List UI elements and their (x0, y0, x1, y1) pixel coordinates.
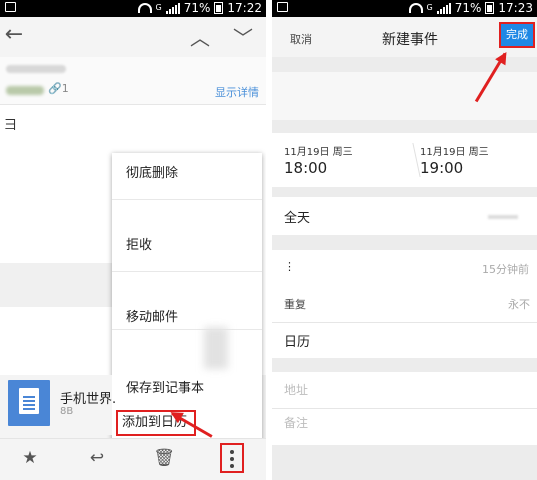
clock: 17:23 (498, 1, 533, 15)
overflow-menu: 彻底删除 拒收 移动邮件 保存到记事本 添加到日历 (112, 153, 262, 443)
calendar-row[interactable] (272, 322, 537, 358)
reminder-label: ⋮ (284, 260, 295, 273)
attachment-count: 🔗1 (48, 82, 69, 95)
subject-blurred (6, 65, 66, 73)
start-datetime[interactable]: 11月19日 周三 18:00 (284, 143, 353, 177)
end-datetime[interactable]: 11月19日 周三 19:00 (420, 143, 489, 177)
location-field[interactable] (272, 372, 537, 408)
body-text: 彐 (4, 118, 18, 133)
left-screen: G 71% 17:22 ← ︿ ﹀ 🔗1 显示详情 彐 彻底删除 拒收 移动邮件… (0, 0, 266, 480)
chevron-up-icon[interactable]: ︿ (190, 22, 210, 51)
battery-percent: 71% (183, 1, 211, 15)
status-bar: G 71% 17:22 (0, 0, 266, 17)
gallery-icon (5, 2, 16, 12)
signal-icon (165, 2, 180, 14)
calendar-label: 日历 (284, 335, 311, 350)
battery-percent: 71% (454, 1, 482, 15)
trash-icon[interactable]: 🗑 (153, 448, 175, 468)
wifi-icon (408, 3, 423, 13)
start-date: 11月19日 周三 (284, 147, 353, 158)
menu-item-reject[interactable]: 拒收 (112, 229, 262, 263)
network-type: G (155, 3, 162, 12)
repeat-label: 重复 (284, 298, 306, 311)
end-date: 11月19日 周三 (420, 147, 489, 158)
start-time: 18:00 (284, 159, 328, 177)
menu-item-save-to-notes[interactable]: 保存到记事本 (112, 372, 262, 406)
chevron-down-icon[interactable]: ﹀ (233, 22, 253, 51)
reply-icon[interactable]: ↩ (86, 448, 108, 468)
signal-icon (436, 2, 451, 14)
paperclip-icon: 🔗 (48, 82, 62, 95)
notes-field[interactable] (272, 409, 537, 445)
show-details-link[interactable]: 显示详情 (215, 84, 259, 100)
more-options-icon[interactable] (230, 450, 234, 468)
menu-divider (112, 329, 262, 330)
done-button[interactable]: 完成 (499, 22, 535, 48)
right-screen: G 71% 17:23 取消 新建事件 完成 11月19日 周三 18:00 1… (272, 0, 537, 480)
attachment-size: 8B (60, 406, 74, 417)
menu-divider (112, 271, 262, 272)
attachment-count-value: 1 (61, 82, 69, 95)
network-type: G (426, 3, 433, 12)
menu-divider (112, 199, 262, 200)
page-title: 新建事件 (382, 32, 438, 48)
menu-item-add-to-calendar[interactable]: 添加到日历 (116, 410, 196, 436)
row-divider (272, 322, 537, 323)
end-time: 19:00 (420, 159, 464, 177)
battery-icon (214, 2, 224, 14)
all-day-label: 全天 (284, 211, 311, 226)
body-divider-band (0, 263, 112, 307)
battery-icon (485, 2, 495, 14)
event-title-field[interactable] (272, 72, 537, 120)
menu-blurred-region (204, 327, 228, 369)
reminder-value[interactable]: 15分钟前 (482, 261, 529, 277)
repeat-value[interactable]: 永不 (508, 296, 530, 312)
attachment-name: 手机世界. (60, 392, 117, 407)
gallery-icon (277, 2, 288, 12)
back-arrow-icon[interactable]: ← (2, 22, 26, 47)
notes-placeholder: 备注 (284, 416, 309, 430)
star-icon[interactable]: ★ (19, 448, 41, 468)
sender-blurred (6, 86, 44, 95)
status-bar: G 71% 17:23 (272, 0, 537, 17)
all-day-toggle[interactable] (488, 215, 518, 219)
clock: 17:22 (227, 1, 262, 15)
wifi-icon (137, 3, 152, 13)
mail-toolbar (0, 17, 266, 57)
location-placeholder: 地址 (284, 383, 309, 397)
document-icon (19, 388, 39, 414)
menu-item-delete-permanently[interactable]: 彻底删除 (112, 157, 262, 191)
cancel-button[interactable]: 取消 (290, 31, 312, 47)
